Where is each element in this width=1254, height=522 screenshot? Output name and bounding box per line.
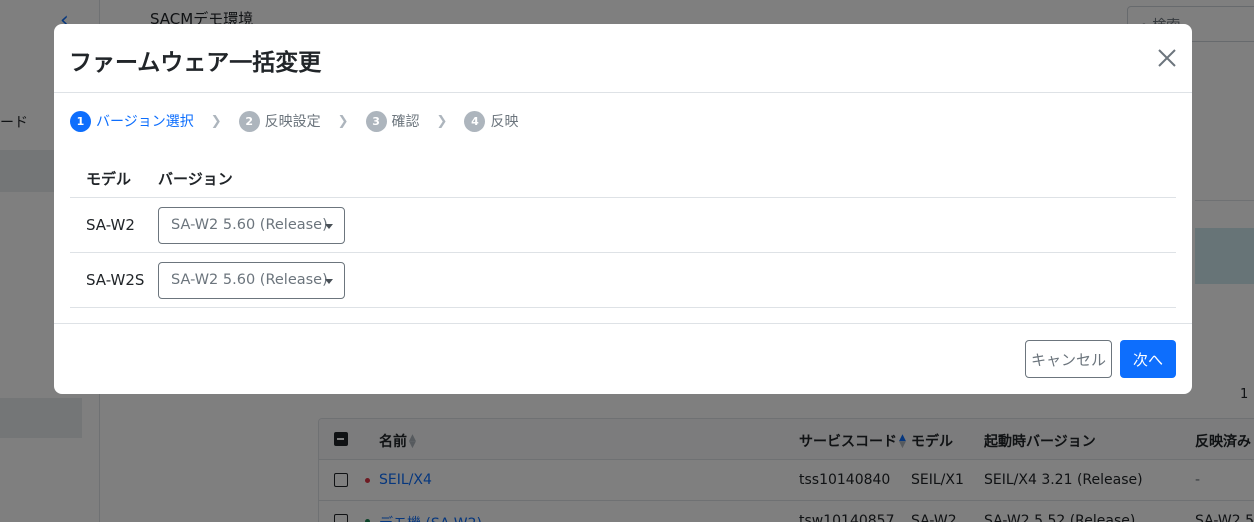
modal-footer: キャンセル 次へ [54, 323, 1192, 394]
chevron-right-icon: ❯ [436, 113, 448, 129]
cancel-button[interactable]: キャンセル [1025, 340, 1112, 378]
stepper: 1 バージョン選択 ❯ 2 反映設定 ❯ 3 確認 ❯ 4 反映 [70, 110, 518, 132]
firmware-bulk-change-modal: ファームウェア一括変更 1 バージョン選択 ❯ 2 反映設定 ❯ 3 確認 ❯ … [54, 24, 1192, 394]
version-select[interactable]: SA-W2 5.60 (Release) [158, 262, 345, 299]
modal-title: ファームウェア一括変更 [69, 50, 322, 76]
step-version-select: 1 バージョン選択 [70, 110, 194, 132]
step-number: 4 [464, 110, 486, 132]
caret-down-icon [325, 279, 333, 284]
modal-header: ファームウェア一括変更 [54, 24, 1192, 93]
step-label: 反映設定 [264, 114, 321, 130]
version-table: モデル バージョン SA-W2 SA-W2 5.60 (Release) SA-… [70, 158, 1176, 308]
column-header-model: モデル [86, 170, 132, 188]
version-row: SA-W2 SA-W2 5.60 (Release) [70, 198, 1176, 253]
step-label: バージョン選択 [96, 114, 194, 130]
version-row: SA-W2S SA-W2 5.60 (Release) [70, 253, 1176, 308]
model-label: SA-W2S [86, 271, 145, 289]
column-header-version: バージョン [158, 170, 233, 188]
step-apply: 4 反映 [464, 110, 519, 132]
step-number: 3 [365, 110, 387, 132]
step-label: 反映 [490, 114, 519, 130]
step-number: 1 [70, 110, 91, 132]
version-select-value: SA-W2 5.60 (Release) [171, 217, 328, 233]
step-apply-settings: 2 反映設定 [238, 110, 321, 132]
chevron-right-icon: ❯ [337, 113, 349, 129]
version-table-header: モデル バージョン [70, 158, 1176, 198]
next-button[interactable]: 次へ [1120, 340, 1176, 378]
step-confirm: 3 確認 [365, 110, 420, 132]
version-select-value: SA-W2 5.60 (Release) [171, 272, 328, 288]
step-number: 2 [238, 110, 260, 132]
version-select[interactable]: SA-W2 5.60 (Release) [158, 207, 345, 244]
chevron-right-icon: ❯ [210, 113, 222, 129]
step-label: 確認 [391, 114, 420, 130]
close-icon[interactable] [1155, 46, 1179, 70]
caret-down-icon [325, 224, 333, 229]
model-label: SA-W2 [86, 216, 135, 234]
